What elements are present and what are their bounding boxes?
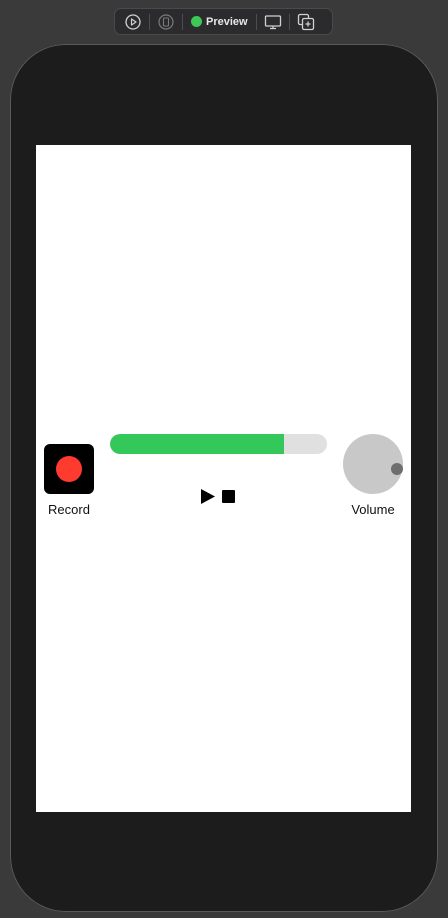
preview-label: Preview xyxy=(206,15,248,28)
toolbar-divider xyxy=(255,13,257,30)
device-settings-button[interactable] xyxy=(261,12,285,32)
live-dot-icon xyxy=(191,16,202,27)
record-button[interactable] xyxy=(44,444,94,494)
playback-progress-bar[interactable] xyxy=(110,434,327,454)
preview-toolbar: Preview xyxy=(114,8,333,35)
preview-status[interactable]: Preview xyxy=(187,12,252,32)
volume-knob[interactable] xyxy=(343,434,403,494)
stop-icon[interactable] xyxy=(222,490,235,503)
play-circle-icon xyxy=(125,13,141,30)
record-label: Record xyxy=(48,502,90,517)
display-settings-icon xyxy=(264,14,281,29)
device-rotate-icon xyxy=(158,13,174,30)
duplicate-preview-button[interactable] xyxy=(294,12,318,32)
knob-indicator xyxy=(391,463,403,475)
toolbar-divider xyxy=(149,13,150,30)
live-preview-button[interactable] xyxy=(121,12,145,32)
toolbar-divider xyxy=(288,13,290,30)
selectable-mode-button[interactable] xyxy=(154,12,178,32)
volume-label: Volume xyxy=(351,502,395,517)
progress-fill xyxy=(110,434,284,454)
toolbar-divider xyxy=(182,13,183,30)
play-icon[interactable] xyxy=(201,489,215,504)
duplicate-icon xyxy=(297,13,314,30)
record-dot-icon xyxy=(56,456,82,482)
app-screen: Record Volume xyxy=(36,145,411,812)
